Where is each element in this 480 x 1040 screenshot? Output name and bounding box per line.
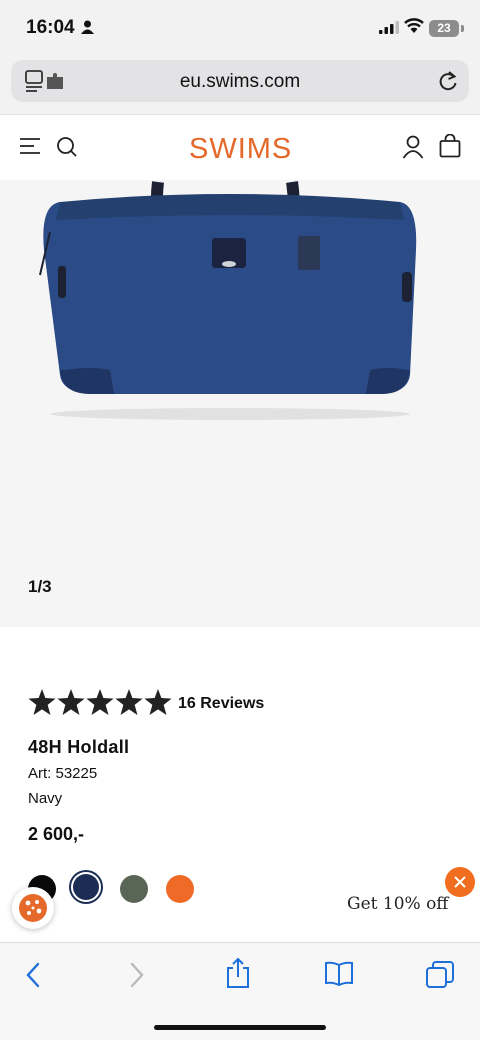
- url-text: eu.swims.com: [179, 71, 301, 92]
- star-icon: [115, 689, 143, 715]
- color-name: Navy: [28, 790, 63, 807]
- tabs-icon[interactable]: [426, 961, 454, 989]
- article-number: Art: 53225: [28, 765, 98, 782]
- swims-logo[interactable]: SWIMS: [189, 131, 291, 163]
- bookmarks-icon[interactable]: [324, 961, 354, 987]
- status-bar: 16:04 23: [0, 0, 480, 58]
- product-price: 2 600,-: [28, 824, 85, 844]
- battery-tip: [461, 25, 464, 32]
- svg-text:SWIMS: SWIMS: [189, 133, 291, 163]
- address-bar[interactable]: eu.swims.com: [11, 60, 469, 102]
- product-name: 48H Holdall: [28, 737, 130, 757]
- star-icon: [57, 689, 85, 715]
- cellular-signal-icon: [379, 21, 399, 34]
- gallery-counter: 1/3: [28, 577, 52, 596]
- product-gallery[interactable]: 1/3: [0, 180, 480, 627]
- star-icon: [86, 689, 114, 715]
- reload-icon[interactable]: [438, 70, 458, 92]
- account-icon[interactable]: [402, 135, 424, 159]
- forward-icon[interactable]: [128, 961, 146, 989]
- close-icon: [454, 876, 466, 888]
- battery-indicator: 23: [429, 20, 459, 37]
- site-header: SWIMS: [0, 114, 480, 181]
- star-icon: [28, 689, 56, 715]
- back-icon[interactable]: [24, 961, 42, 989]
- star-rating[interactable]: [28, 689, 172, 715]
- home-indicator: [154, 1025, 326, 1030]
- browser-toolbar: [0, 942, 480, 1040]
- reviews-link[interactable]: 16 Reviews: [178, 695, 264, 713]
- shopping-bag-icon[interactable]: [439, 134, 461, 158]
- cookie-settings-button[interactable]: [12, 887, 54, 929]
- menu-icon[interactable]: [20, 137, 40, 155]
- half-star-icon: [144, 689, 172, 715]
- promo-banner-text[interactable]: Get 10% off: [347, 894, 448, 914]
- search-icon[interactable]: [56, 136, 78, 158]
- promo-close-button[interactable]: [445, 867, 475, 897]
- wifi-icon: [404, 18, 424, 33]
- product-details: 16 Reviews 48H Holdall Art: 53225 Navy 2…: [0, 627, 480, 942]
- swatch-green[interactable]: [120, 875, 148, 903]
- person-icon: [81, 20, 94, 34]
- swatch-navy-selected[interactable]: [73, 874, 99, 900]
- status-time: 16:04: [26, 17, 75, 38]
- browser-chrome: eu.swims.com: [0, 58, 480, 114]
- product-image-holdall: [39, 181, 417, 420]
- swatch-orange[interactable]: [166, 875, 194, 903]
- share-icon[interactable]: [225, 957, 251, 989]
- cookie-icon: [19, 894, 47, 922]
